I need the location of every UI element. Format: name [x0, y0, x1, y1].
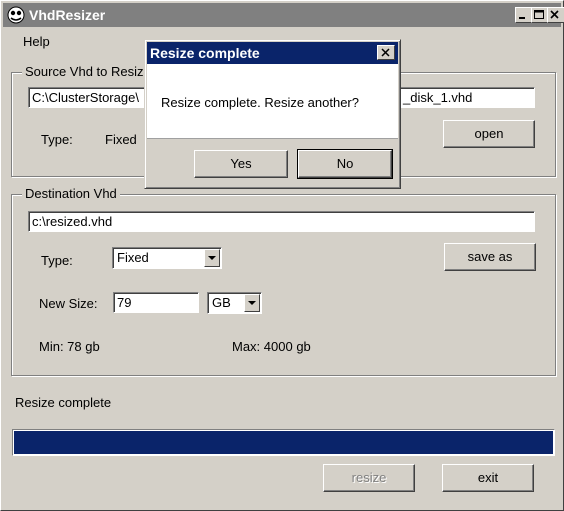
window-titlebar[interactable]: VhdResizer — [3, 3, 564, 27]
dialog-close-button[interactable] — [377, 45, 395, 60]
destination-type-label: Type: — [41, 253, 73, 268]
source-type-value: Fixed — [105, 132, 137, 147]
yes-button[interactable]: Yes — [194, 150, 288, 178]
resize-complete-dialog: Resize complete Resize complete. Resize … — [144, 39, 401, 189]
main-window: VhdResizer Help Source Vhd to Resiz C:\C… — [0, 0, 564, 511]
progress-bar — [12, 429, 555, 456]
dialog-message: Resize complete. Resize another? — [161, 95, 359, 110]
source-path-right-text: _disk_1.vhd — [403, 90, 473, 105]
minimize-icon — [519, 17, 525, 19]
new-size-label: New Size: — [39, 296, 98, 311]
close-button[interactable] — [547, 7, 564, 23]
source-type-label: Type: — [41, 132, 73, 147]
dialog-body: Resize complete. Resize another? — [147, 64, 398, 138]
dialog-divider — [147, 138, 398, 139]
destination-group-title: Destination Vhd — [22, 186, 120, 201]
size-unit-select[interactable]: GB — [207, 292, 262, 314]
maximize-icon — [534, 10, 544, 19]
resize-button[interactable]: resize — [323, 464, 415, 492]
menu-help[interactable]: Help — [23, 34, 50, 49]
size-unit-value: GB — [212, 295, 231, 310]
window-title: VhdResizer — [29, 7, 106, 23]
chevron-down-icon[interactable] — [204, 249, 220, 267]
new-size-input[interactable]: 79 — [113, 292, 199, 313]
close-icon — [381, 48, 390, 57]
destination-type-value: Fixed — [117, 250, 149, 265]
save-as-button[interactable]: save as — [444, 243, 536, 271]
chevron-down-icon[interactable] — [244, 294, 260, 312]
min-size-text: Min: 78 gb — [39, 339, 100, 354]
max-size-text: Max: 4000 gb — [232, 339, 311, 354]
no-button[interactable]: No — [297, 149, 393, 179]
source-path-left-text: C:\ClusterStorage\ — [32, 90, 139, 105]
close-icon — [550, 10, 559, 19]
destination-type-select[interactable]: Fixed — [112, 247, 222, 269]
destination-path-field[interactable]: c:\resized.vhd — [28, 211, 535, 232]
exit-button[interactable]: exit — [442, 464, 534, 492]
status-text: Resize complete — [15, 395, 112, 410]
destination-path-text: c:\resized.vhd — [32, 214, 113, 229]
source-group-title: Source Vhd to Resiz — [22, 64, 147, 79]
dialog-titlebar[interactable]: Resize complete — [147, 42, 398, 64]
new-size-value: 79 — [117, 295, 132, 310]
dialog-title: Resize complete — [150, 45, 260, 61]
progress-fill — [14, 431, 553, 454]
app-icon — [7, 6, 25, 24]
open-button[interactable]: open — [443, 120, 535, 148]
